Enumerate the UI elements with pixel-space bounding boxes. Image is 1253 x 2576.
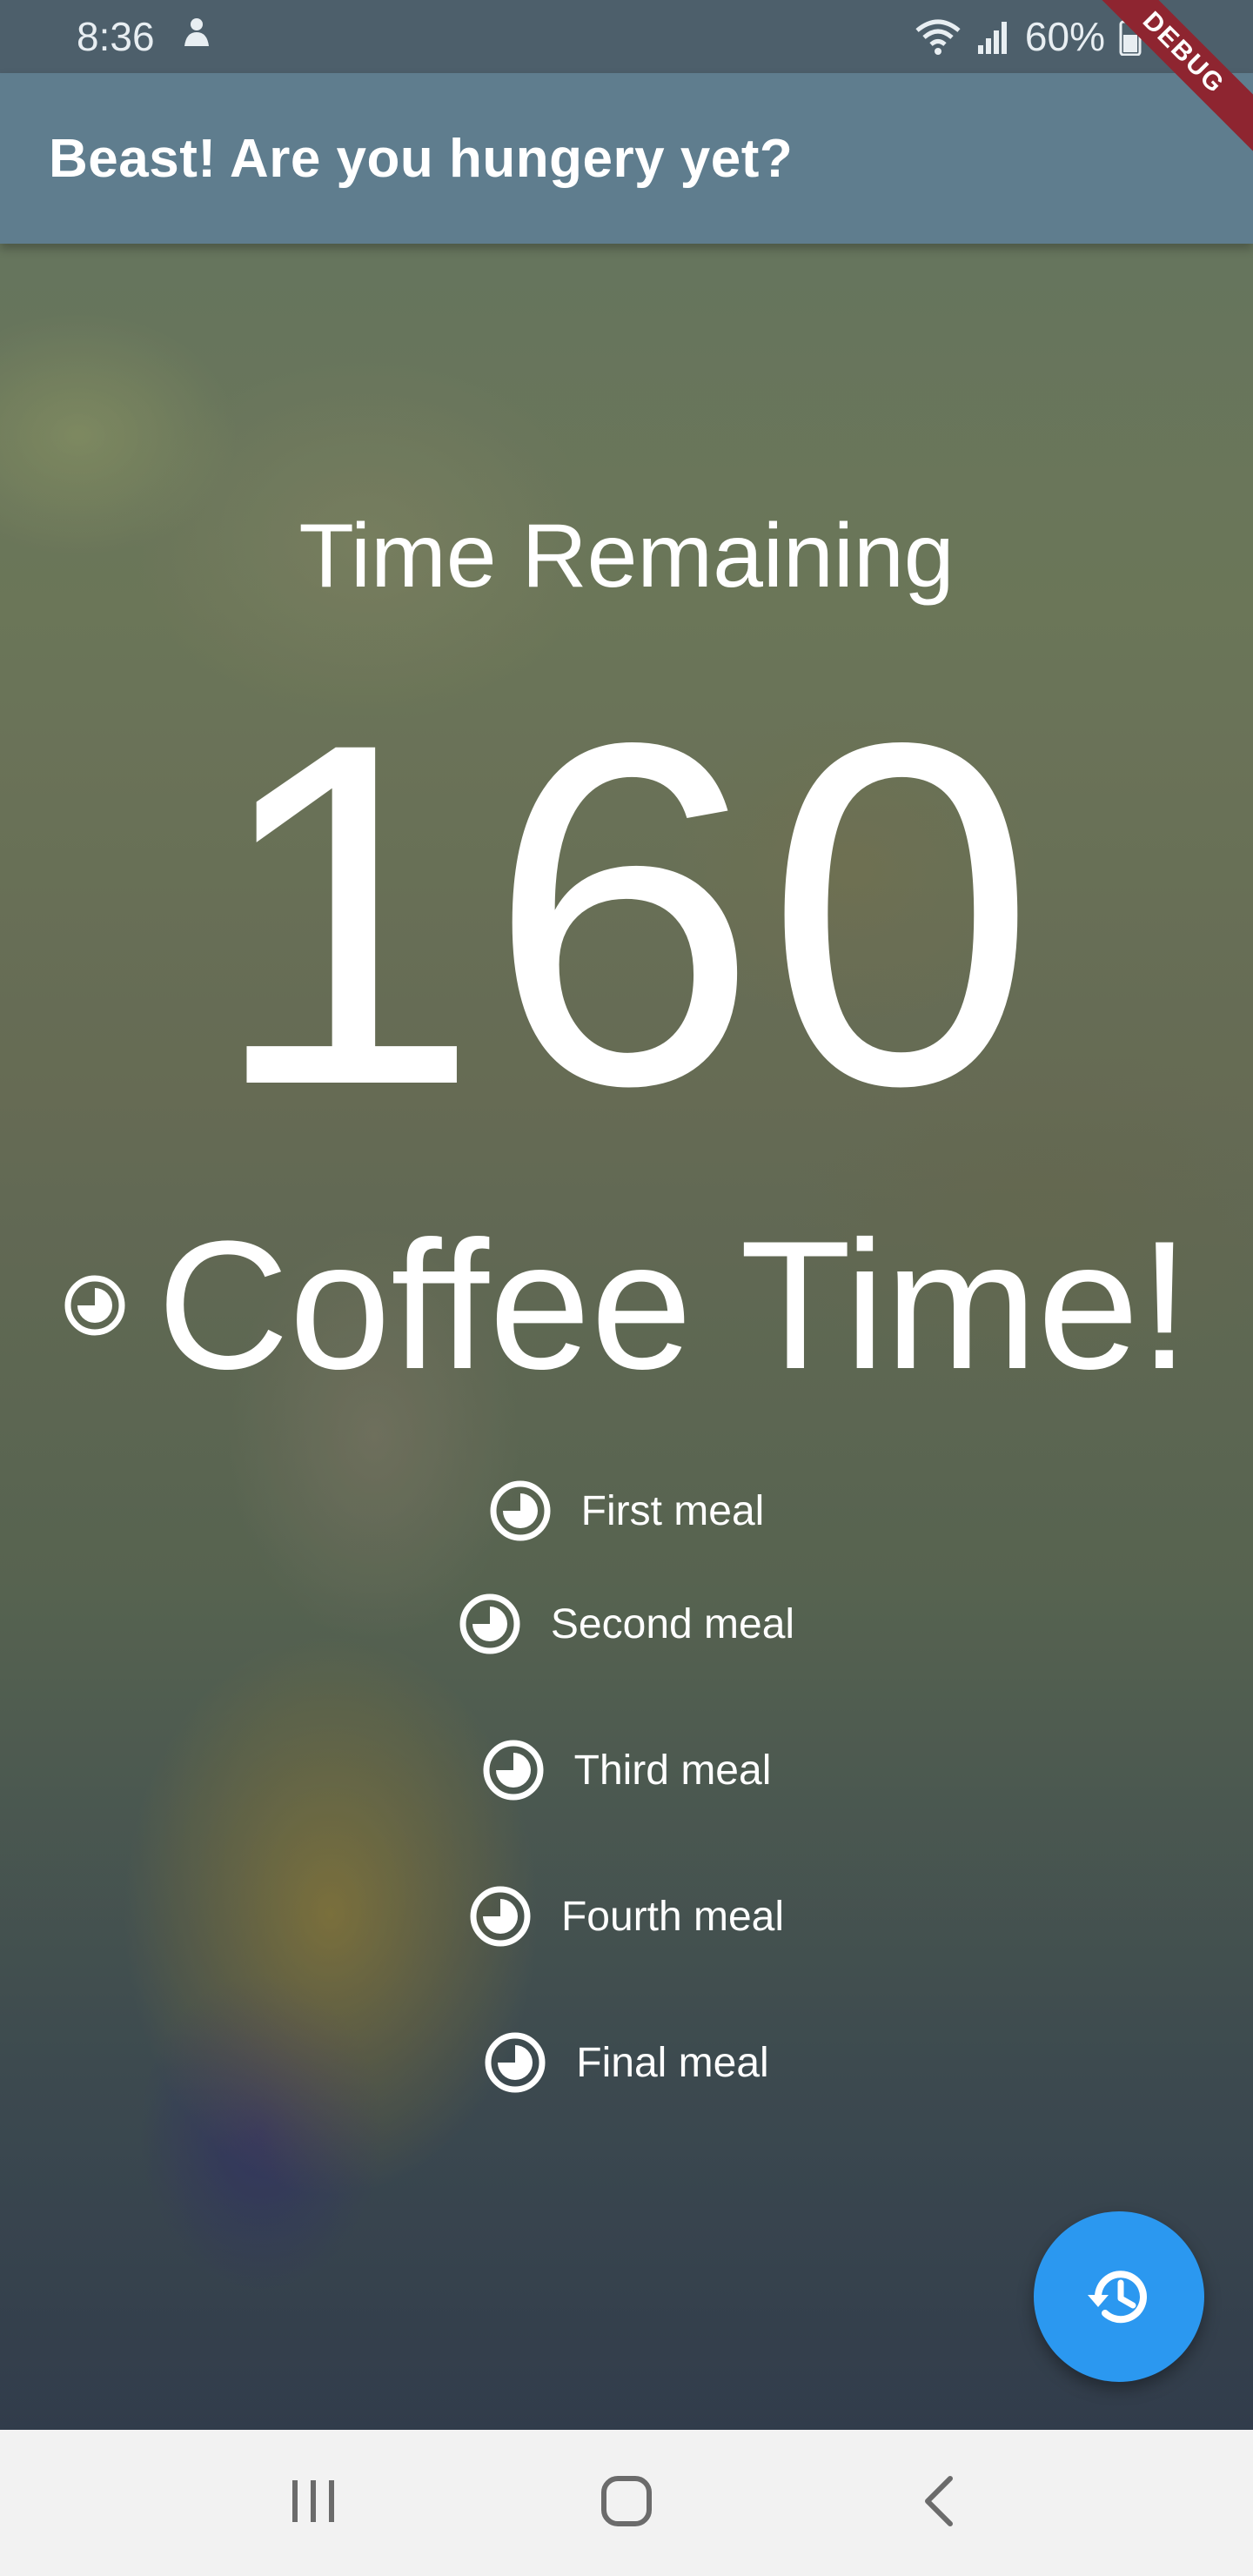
status-bar: 8:36 60% — [0, 0, 1253, 73]
history-button[interactable] — [1034, 2211, 1204, 2382]
meal-label: Second meal — [550, 1600, 795, 1647]
current-meal: Coffee Time! — [0, 1214, 1253, 1397]
recents-button[interactable] — [261, 2451, 365, 2555]
signal-icon — [976, 19, 1011, 54]
person-notification-icon — [179, 15, 214, 58]
timelapse-icon — [482, 1739, 545, 1801]
list-item: Final meal — [0, 1989, 1253, 2136]
meal-list: First meal Second meal Third meal Fourth… — [0, 1471, 1253, 2136]
meal-label: First meal — [580, 1487, 765, 1534]
wifi-icon — [914, 17, 962, 57]
list-item: Third meal — [0, 1697, 1253, 1843]
timelapse-icon — [469, 1885, 532, 1948]
app-title: Beast! Are you hungery yet? — [49, 128, 794, 189]
navigation-bar — [0, 2430, 1253, 2576]
timelapse-icon — [64, 1274, 126, 1337]
list-item: First meal — [0, 1471, 1253, 1551]
current-meal-name: Coffee Time! — [157, 1203, 1190, 1407]
battery-percent: 60% — [1024, 14, 1105, 59]
back-icon — [921, 2475, 959, 2532]
timelapse-icon — [459, 1593, 521, 1655]
meal-label: Fourth meal — [560, 1893, 785, 1940]
timelapse-icon — [484, 2031, 546, 2094]
meal-label: Third meal — [573, 1747, 772, 1794]
status-time: 8:36 — [77, 14, 155, 59]
home-icon — [600, 2475, 653, 2532]
home-button[interactable] — [574, 2451, 679, 2555]
meal-label: Final meal — [576, 2039, 769, 2086]
time-remaining-counter: 160 — [209, 641, 1044, 1186]
list-item: Second meal — [0, 1551, 1253, 1697]
back-button[interactable] — [888, 2451, 992, 2555]
time-remaining-heading: Time Remaining — [298, 506, 955, 607]
recents-icon — [287, 2477, 339, 2530]
history-icon — [1082, 2260, 1156, 2333]
list-item: Fourth meal — [0, 1843, 1253, 1989]
timelapse-icon — [489, 1479, 552, 1542]
app-bar: Beast! Are you hungery yet? — [0, 73, 1253, 244]
